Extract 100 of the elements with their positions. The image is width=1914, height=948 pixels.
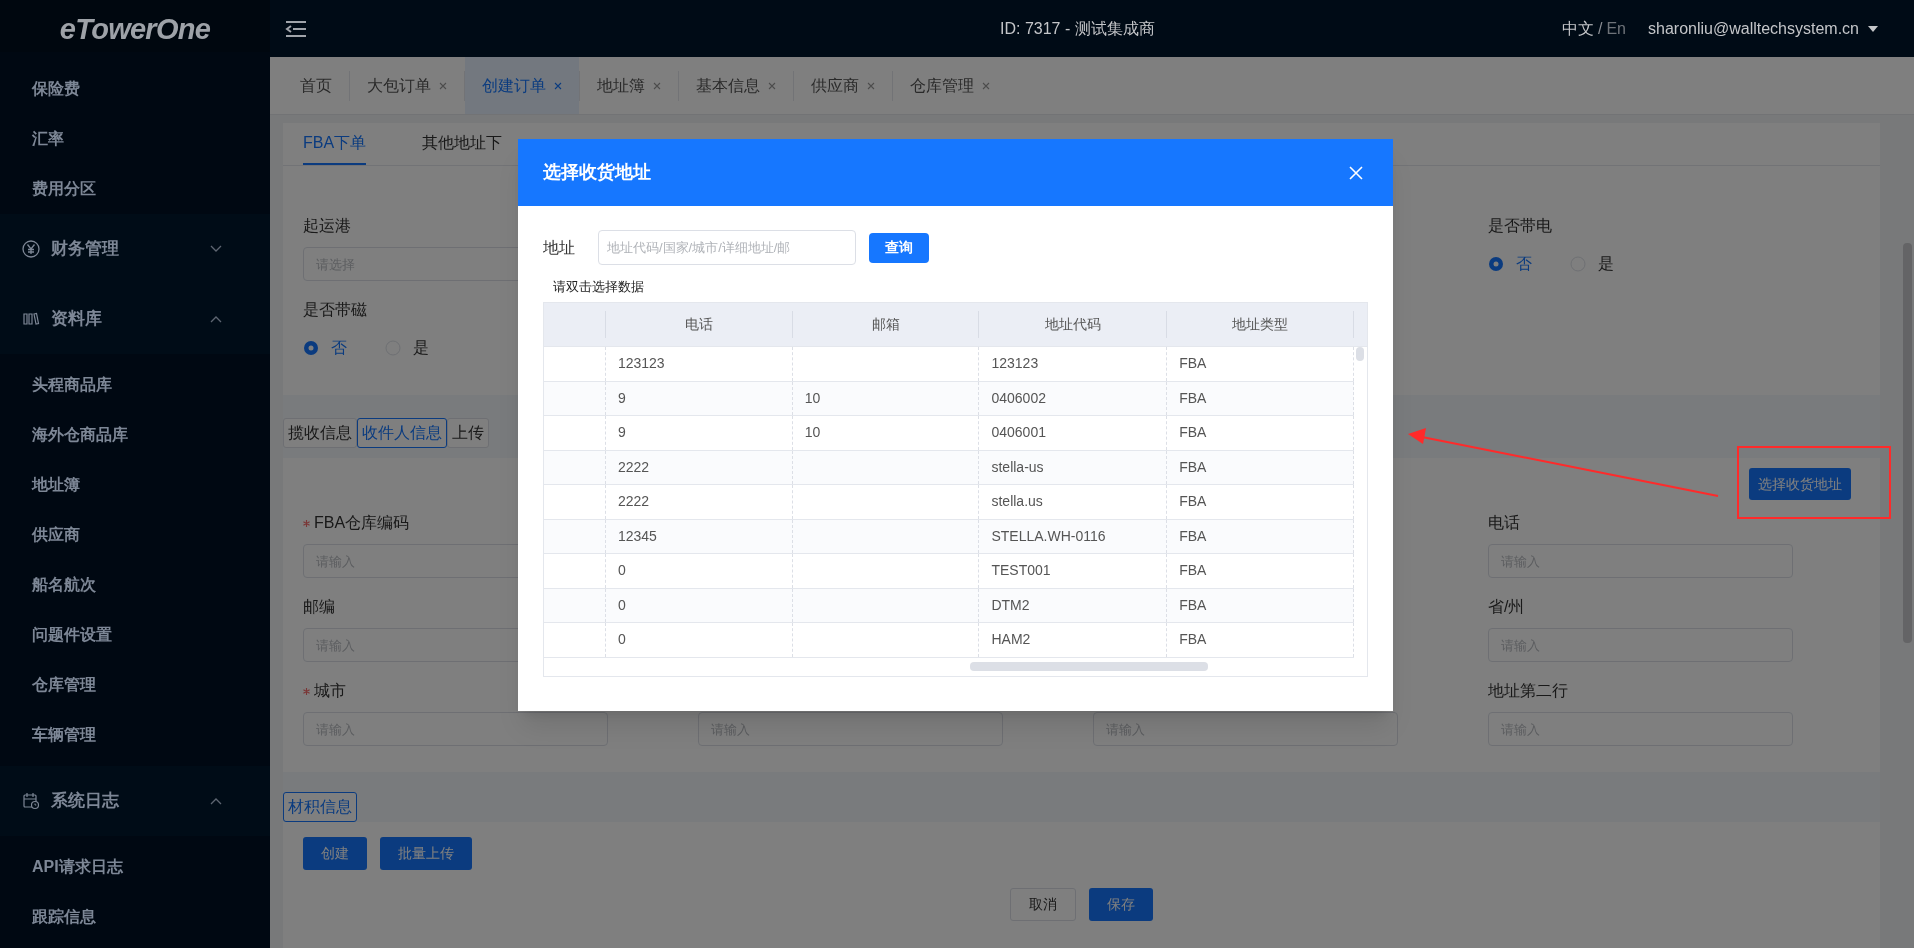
footer-button[interactable]: 取消 bbox=[1010, 888, 1076, 921]
table-cell-text: TEST001 bbox=[991, 561, 1051, 581]
close-icon bbox=[982, 81, 990, 90]
calendar-clock-icon bbox=[22, 792, 40, 810]
radio-option[interactable]: 否 bbox=[1488, 252, 1532, 276]
radio-option[interactable]: 是 bbox=[1570, 252, 1614, 276]
sidebar-item[interactable]: 跟踪信息 bbox=[32, 905, 96, 929]
page-title: ID: 7317 - 测试集成商 bbox=[1000, 18, 1155, 39]
dialog-title: 选择收货地址 bbox=[543, 161, 651, 184]
table-cell-text: 9 bbox=[617, 388, 626, 408]
table-row[interactable]: 2222 stella.us FBA bbox=[544, 485, 1354, 520]
field-label: 电话 bbox=[1488, 513, 1520, 533]
sidebar-item[interactable]: API请求日志 bbox=[32, 855, 123, 879]
close-icon bbox=[867, 81, 875, 90]
section-tab[interactable]: 收件人信息 bbox=[357, 418, 447, 448]
sidebar-item[interactable]: 头程商品库 bbox=[32, 373, 112, 397]
action-button[interactable]: 批量上传 bbox=[380, 837, 472, 870]
table-row[interactable]: 0 DTM2 FBA bbox=[544, 588, 1354, 623]
sidebar-item[interactable]: 船名航次 bbox=[32, 573, 96, 597]
table-row[interactable]: 9 10 0406001 FBA bbox=[544, 416, 1354, 451]
field-label: FBA仓库编码 bbox=[314, 513, 410, 533]
table-cell-text: 0406001 bbox=[991, 423, 1046, 443]
language-option[interactable]: En bbox=[1606, 16, 1626, 41]
scrollbar-thumb[interactable] bbox=[970, 662, 1208, 671]
user-email[interactable]: sharonliu@walltechsystem.cn bbox=[1648, 16, 1859, 41]
table-cell-text: 10 bbox=[804, 388, 821, 408]
menu-group[interactable]: 财务管理 bbox=[0, 214, 270, 284]
tab[interactable]: 供应商 bbox=[794, 57, 892, 114]
columns-icon bbox=[22, 310, 40, 328]
table-cell-text: FBA bbox=[1179, 526, 1207, 546]
table-cell-text: 123123 bbox=[991, 354, 1039, 374]
close-icon bbox=[653, 81, 661, 90]
sidebar-item[interactable]: 供应商 bbox=[32, 523, 80, 547]
table-row[interactable]: 12345 STELLA.WH-0116 FBA bbox=[544, 519, 1354, 554]
tab[interactable]: 首页 bbox=[283, 57, 349, 114]
table-cell-text: FBA bbox=[1179, 457, 1207, 477]
menu-group[interactable]: 系统日志 bbox=[0, 766, 270, 836]
sub-tab[interactable]: 其他地址下 bbox=[422, 123, 503, 165]
table-cell-text: 9 bbox=[617, 423, 626, 443]
table-cell-text: 2222 bbox=[617, 492, 650, 512]
caret-down-icon[interactable] bbox=[1867, 24, 1879, 33]
sidebar-item[interactable]: 费用分区 bbox=[32, 177, 96, 201]
action-button[interactable]: 创建 bbox=[303, 837, 367, 870]
hint-text: 请双击选择数据 bbox=[553, 279, 644, 294]
table-cell-text: 0 bbox=[617, 630, 626, 650]
table-cell-text: FBA bbox=[1179, 423, 1207, 443]
table-cell-text: 123123 bbox=[617, 354, 665, 374]
footer-button[interactable]: 保存 bbox=[1089, 888, 1153, 921]
radio-option[interactable]: 否 bbox=[303, 336, 347, 360]
logo: eTowerOne bbox=[59, 12, 211, 47]
table-cell-text: FBA bbox=[1179, 388, 1207, 408]
table-row[interactable]: 0 HAM2 FBA bbox=[544, 623, 1354, 658]
field-label: 起运港 bbox=[303, 216, 351, 236]
section-tab[interactable]: 揽收信息 bbox=[283, 418, 357, 448]
sidebar-item[interactable]: 仓库管理 bbox=[32, 673, 96, 697]
tab[interactable]: 基本信息 bbox=[679, 57, 793, 114]
table-row[interactable]: 0 TEST001 FBA bbox=[544, 554, 1354, 589]
field-label: 城市 bbox=[314, 681, 346, 701]
tab[interactable]: 仓库管理 bbox=[893, 57, 1007, 114]
table-cell-text: 0406002 bbox=[991, 388, 1046, 408]
tab[interactable]: 地址簿 bbox=[580, 57, 678, 114]
search-field[interactable]: 地址代码/国家/城市/详细地址/邮 bbox=[598, 230, 856, 265]
close-icon bbox=[439, 81, 447, 90]
table-cell-text: stella.us bbox=[991, 492, 1043, 512]
yen-icon bbox=[22, 240, 40, 258]
sidebar-item[interactable]: 地址簿 bbox=[32, 473, 80, 497]
column-header: 地址类型 bbox=[1232, 315, 1289, 334]
sidebar-item[interactable]: 问题件设置 bbox=[32, 623, 112, 647]
search-button[interactable]: 查询 bbox=[869, 232, 929, 263]
sidebar-item[interactable]: 保险费 bbox=[32, 77, 80, 101]
sidebar-item[interactable]: 车辆管理 bbox=[32, 723, 96, 747]
field-label: 省/州 bbox=[1488, 597, 1525, 617]
table-cell-text: FBA bbox=[1179, 595, 1207, 615]
sidebar-item[interactable]: 海外仓商品库 bbox=[32, 423, 128, 447]
close-icon bbox=[554, 81, 562, 90]
menu-icon[interactable] bbox=[285, 19, 307, 38]
table-cell-text: STELLA.WH-0116 bbox=[991, 526, 1106, 546]
table-cell-text: stella-us bbox=[991, 457, 1044, 477]
sidebar-item[interactable]: 汇率 bbox=[32, 127, 64, 151]
tab[interactable]: 大包订单 bbox=[350, 57, 464, 114]
section-tab[interactable]: 上传 bbox=[447, 418, 489, 448]
table-row[interactable]: 123123 123123 FBA bbox=[544, 347, 1354, 382]
close-icon[interactable] bbox=[1349, 165, 1363, 180]
select-address-button[interactable]: 选择收货地址 bbox=[1749, 468, 1851, 500]
table-row[interactable]: 2222 stella-us FBA bbox=[544, 450, 1354, 485]
scrollbar-thumb[interactable] bbox=[1356, 347, 1364, 361]
field-label: 是否带电 bbox=[1488, 216, 1552, 236]
table-cell-text: HAM2 bbox=[991, 630, 1031, 650]
table-row[interactable]: 9 10 0406002 FBA bbox=[544, 381, 1354, 416]
table-cell-text: DTM2 bbox=[991, 595, 1030, 615]
field-label: 是否带磁 bbox=[303, 300, 367, 320]
field-label: 地址第二行 bbox=[1488, 681, 1568, 701]
table-cell-text: 12345 bbox=[617, 526, 657, 546]
column-header: 电话 bbox=[684, 315, 713, 334]
menu-group[interactable]: 资料库 bbox=[0, 284, 270, 354]
table-cell-text: FBA bbox=[1179, 354, 1207, 374]
section-tab[interactable]: 材积信息 bbox=[283, 792, 357, 822]
language-option[interactable]: 中文 bbox=[1561, 16, 1594, 41]
radio-option[interactable]: 是 bbox=[385, 336, 429, 360]
close-icon bbox=[768, 81, 776, 90]
